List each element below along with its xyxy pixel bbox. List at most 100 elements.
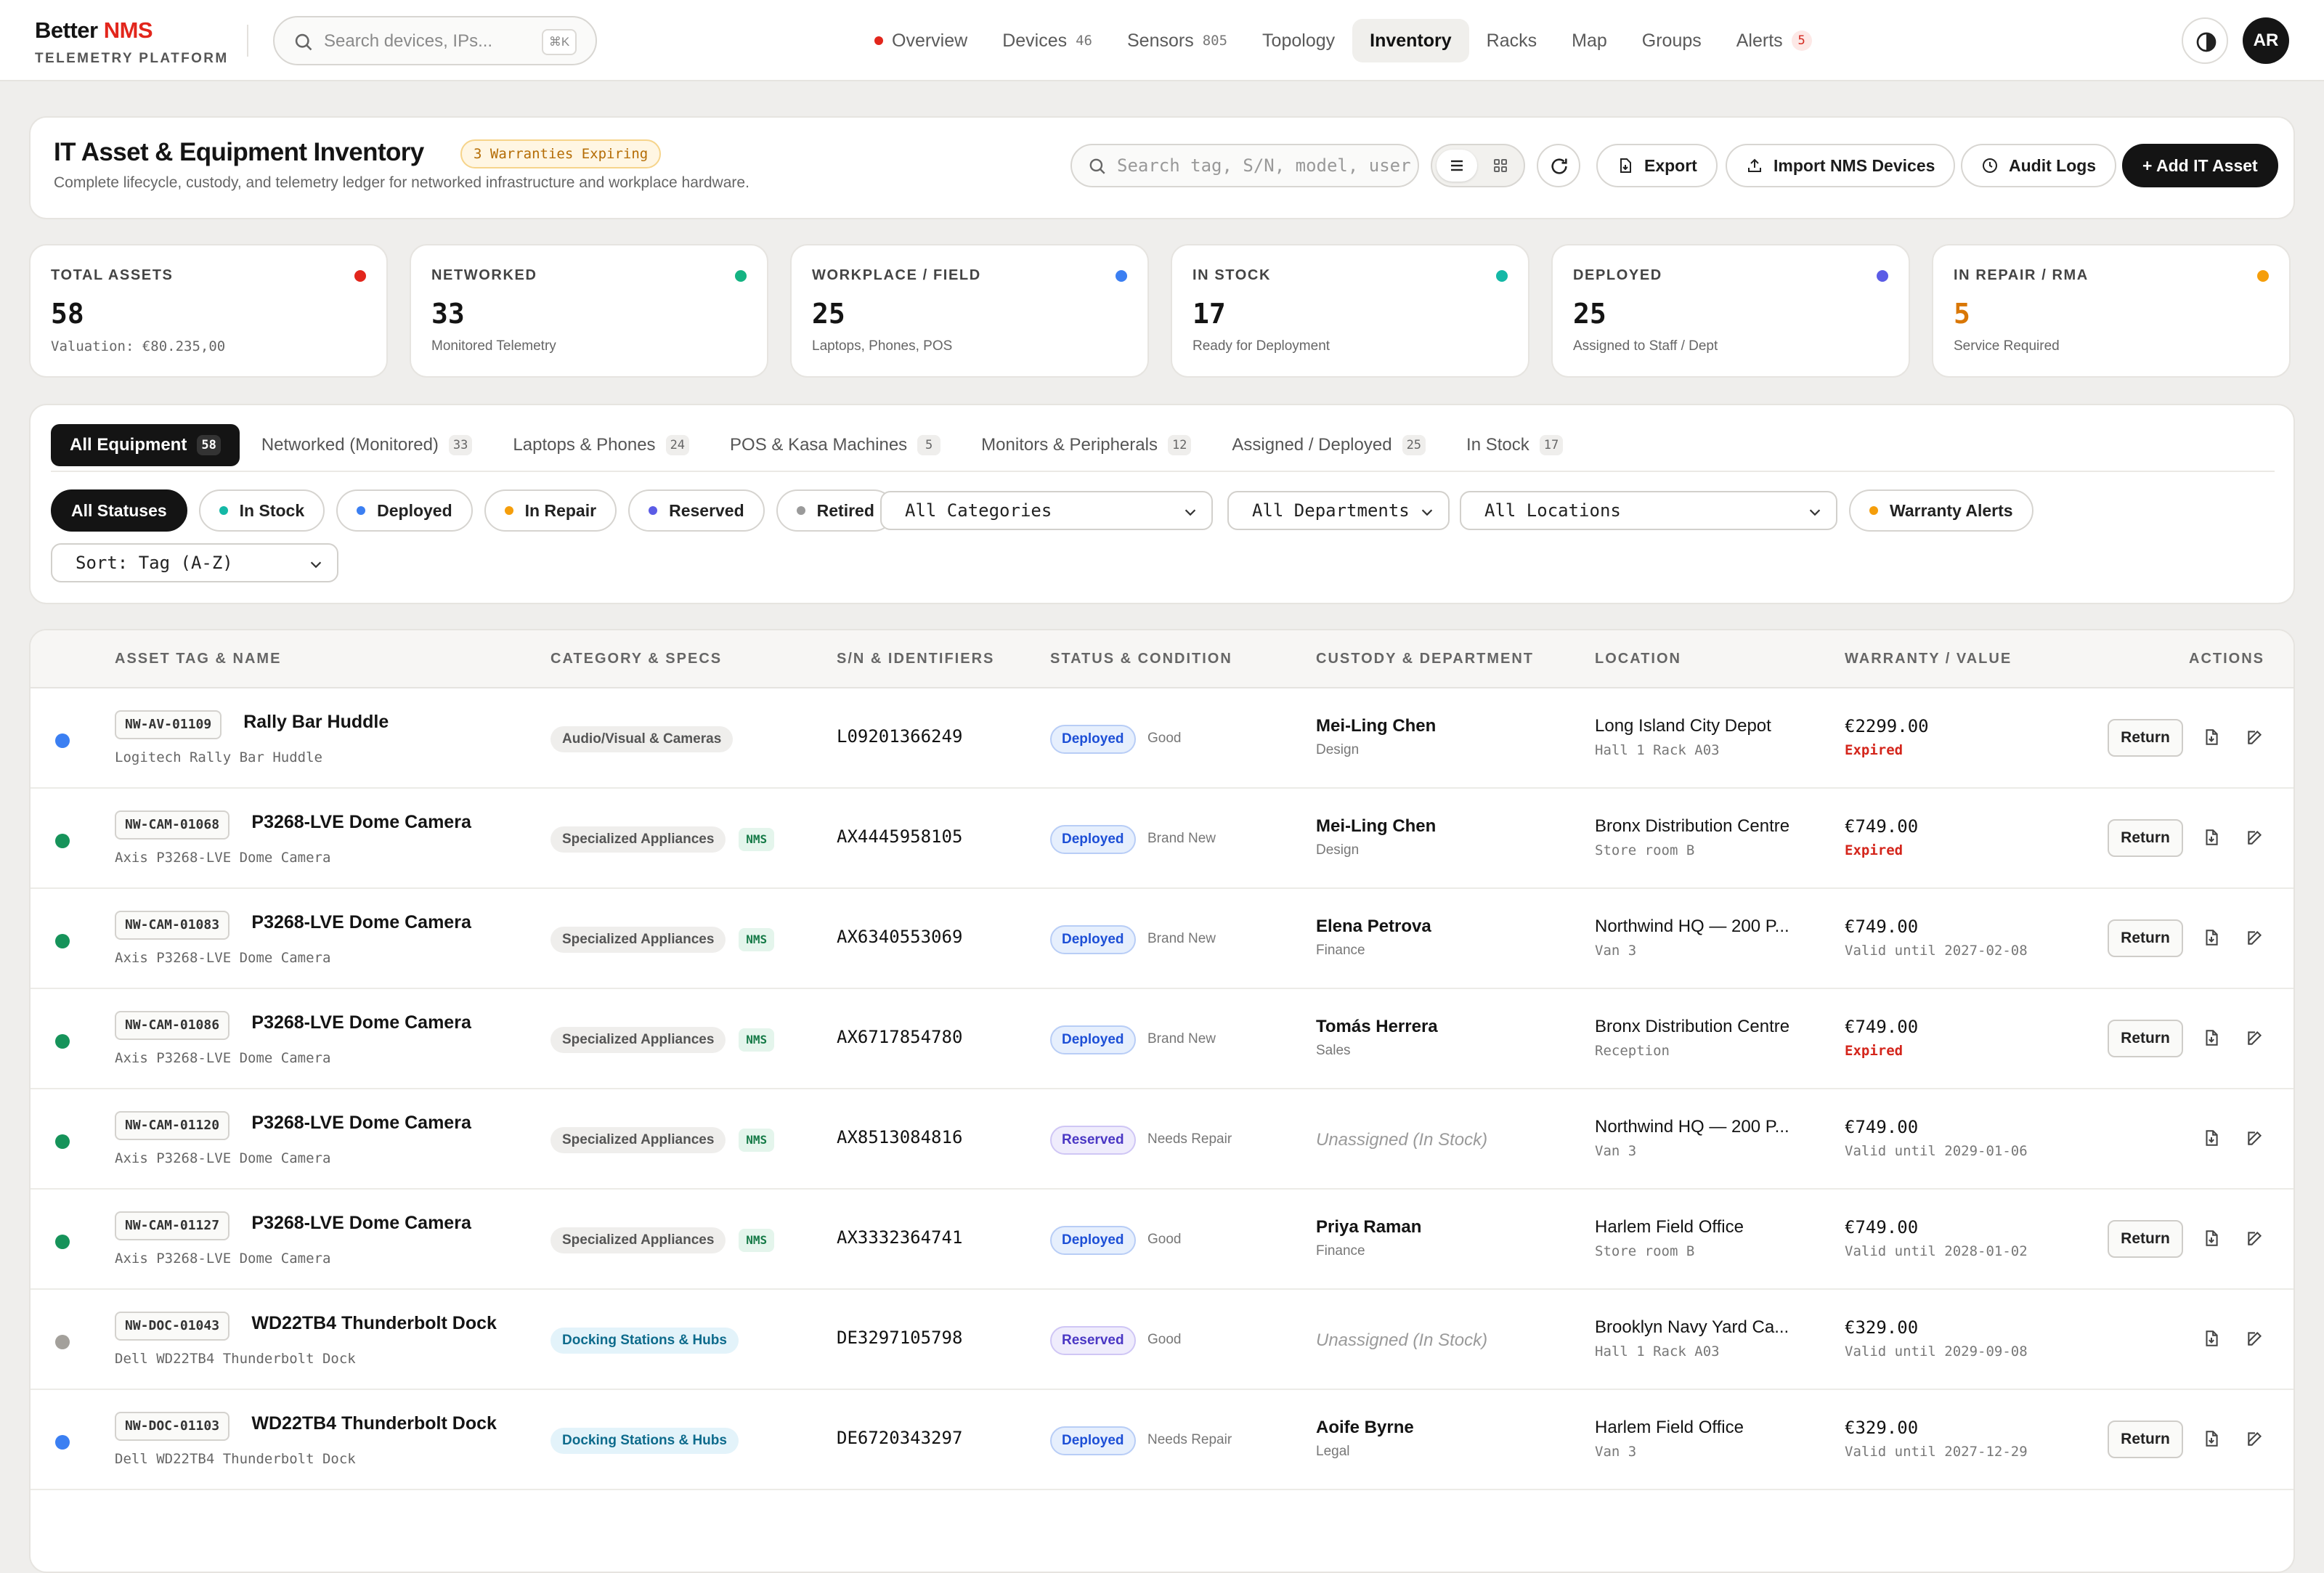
asset-name[interactable]: P3268-LVE Dome Camera <box>251 1213 471 1234</box>
table-row[interactable]: NW-CAM-01086 P3268-LVE Dome Camera Axis P3… <box>31 989 2293 1089</box>
tab-all-equipment[interactable]: All Equipment 58 <box>51 424 240 466</box>
edit-icon[interactable] <box>2246 1429 2264 1452</box>
asset-name[interactable]: Rally Bar Huddle <box>243 712 389 733</box>
location-select[interactable]: All Locations <box>1460 491 1837 530</box>
custodian-name[interactable]: Elena Petrova <box>1316 916 1431 937</box>
column-header[interactable]: CATEGORY & SPECS <box>550 651 722 667</box>
asset-name[interactable]: P3268-LVE Dome Camera <box>251 1012 471 1033</box>
chip-deployed[interactable]: Deployed <box>336 489 473 532</box>
return-button[interactable]: Return <box>2108 819 2183 857</box>
chip-in-repair[interactable]: In Repair <box>484 489 617 532</box>
document-icon[interactable] <box>2202 1028 2221 1051</box>
sort-select[interactable]: Sort: Tag (A-Z) <box>51 543 338 582</box>
asset-name[interactable]: P3268-LVE Dome Camera <box>251 1113 471 1134</box>
asset-tag[interactable]: NW-CAM-01083 <box>115 911 230 940</box>
list-view-button[interactable] <box>1437 150 1477 182</box>
asset-name[interactable]: P3268-LVE Dome Camera <box>251 812 471 833</box>
theme-toggle-button[interactable] <box>2182 17 2228 64</box>
nav-map[interactable]: Map <box>1554 19 1625 62</box>
edit-icon[interactable] <box>2246 1229 2264 1251</box>
nav-alerts[interactable]: Alerts 5 <box>1719 19 1829 62</box>
grid-view-button[interactable] <box>1480 150 1521 182</box>
chip-reserved[interactable]: Reserved <box>628 489 765 532</box>
nav-devices[interactable]: Devices 46 <box>985 19 1110 62</box>
document-icon[interactable] <box>2202 1129 2221 1151</box>
return-button[interactable]: Return <box>2108 919 2183 957</box>
add-it-asset-button[interactable]: + Add IT Asset <box>2122 144 2278 187</box>
table-row[interactable]: NW-CAM-01120 P3268-LVE Dome Camera Axis P3… <box>31 1089 2293 1190</box>
return-button[interactable]: Return <box>2108 1420 2183 1458</box>
table-row[interactable]: NW-CAM-01083 P3268-LVE Dome Camera Axis P3… <box>31 889 2293 989</box>
brand[interactable]: Better NMS TELEMETRY PLATFORM <box>35 17 229 67</box>
custodian-name[interactable]: Mei-Ling Chen <box>1316 716 1436 736</box>
nav-groups[interactable]: Groups <box>1625 19 1719 62</box>
table-row[interactable]: NW-AV-01109 Rally Bar Huddle Logitech Rall… <box>31 688 2293 789</box>
column-header[interactable]: LOCATION <box>1595 651 1681 667</box>
asset-name[interactable]: WD22TB4 Thunderbolt Dock <box>251 1413 497 1434</box>
tab-monitors-peripherals[interactable]: Monitors & Peripherals 12 <box>962 424 1210 466</box>
edit-icon[interactable] <box>2246 1329 2264 1352</box>
table-row[interactable]: NW-CAM-01068 P3268-LVE Dome Camera Axis P3… <box>31 789 2293 889</box>
export-button[interactable]: Export <box>1596 144 1718 187</box>
chip-all-statuses[interactable]: All Statuses <box>51 489 187 532</box>
import-nms-devices-button[interactable]: Import NMS Devices <box>1726 144 1956 187</box>
table-row[interactable]: NW-DOC-01043 WD22TB4 Thunderbolt Dock Dell… <box>31 1290 2293 1390</box>
category-select[interactable]: All Categories <box>880 491 1213 530</box>
column-header[interactable]: CUSTODY & DEPARTMENT <box>1316 651 1534 667</box>
tab-assigned-deployed[interactable]: Assigned / Deployed 25 <box>1213 424 1445 466</box>
return-button[interactable]: Return <box>2108 1020 2183 1057</box>
document-icon[interactable] <box>2202 1229 2221 1251</box>
nav-inventory[interactable]: Inventory <box>1352 19 1469 62</box>
chip-retired[interactable]: Retired <box>776 489 895 532</box>
return-button[interactable]: Return <box>2108 1220 2183 1258</box>
tab-in-stock[interactable]: In Stock 17 <box>1447 424 1582 466</box>
edit-icon[interactable] <box>2246 1129 2264 1151</box>
custodian-name[interactable]: Aoife Byrne <box>1316 1418 1414 1438</box>
edit-icon[interactable] <box>2246 728 2264 750</box>
tab-pos-kasa[interactable]: POS & Kasa Machines 5 <box>711 424 959 466</box>
column-header[interactable]: WARRANTY / VALUE <box>1845 651 2012 667</box>
asset-tag[interactable]: NW-DOC-01043 <box>115 1312 230 1341</box>
asset-tag[interactable]: NW-CAM-01068 <box>115 810 230 840</box>
warranty-alerts-chip[interactable]: Warranty Alerts <box>1849 489 2033 532</box>
edit-icon[interactable] <box>2246 828 2264 850</box>
chip-in-stock[interactable]: In Stock <box>198 489 325 532</box>
asset-search-input[interactable]: Search tag, S/N, model, user <box>1070 144 1419 187</box>
column-header[interactable]: ASSET TAG & NAME <box>115 651 281 667</box>
global-search-input[interactable]: Search devices, IPs... ⌘K <box>273 16 597 65</box>
nav-racks[interactable]: Racks <box>1469 19 1554 62</box>
department-select[interactable]: All Departments <box>1227 491 1450 530</box>
custodian-name[interactable]: Tomás Herrera <box>1316 1017 1438 1037</box>
tab-networked[interactable]: Networked (Monitored) 33 <box>243 424 492 466</box>
asset-tag[interactable]: NW-CAM-01120 <box>115 1111 230 1140</box>
nav-overview[interactable]: Overview <box>857 19 985 62</box>
asset-tag[interactable]: NW-DOC-01103 <box>115 1412 230 1441</box>
table-row[interactable]: NW-DOC-01103 WD22TB4 Thunderbolt Dock Dell… <box>31 1390 2293 1490</box>
asset-tag[interactable]: NW-AV-01109 <box>115 710 222 739</box>
table-row[interactable]: NW-CAM-01127 P3268-LVE Dome Camera Axis P3… <box>31 1190 2293 1290</box>
custodian-name[interactable]: Priya Raman <box>1316 1217 1421 1237</box>
document-icon[interactable] <box>2202 1429 2221 1452</box>
edit-icon[interactable] <box>2246 1028 2264 1051</box>
asset-tag[interactable]: NW-CAM-01127 <box>115 1211 230 1240</box>
tab-laptops-phones[interactable]: Laptops & Phones 24 <box>494 424 708 466</box>
document-icon[interactable] <box>2202 728 2221 750</box>
nav-topology[interactable]: Topology <box>1245 19 1352 62</box>
asset-name[interactable]: P3268-LVE Dome Camera <box>251 912 471 933</box>
custodian-name[interactable]: Mei-Ling Chen <box>1316 816 1436 837</box>
column-header[interactable]: STATUS & CONDITION <box>1050 651 1232 667</box>
audit-logs-button[interactable]: Audit Logs <box>1961 144 2117 187</box>
document-icon[interactable] <box>2202 1329 2221 1352</box>
warranty-warning-badge[interactable]: 3 Warranties Expiring <box>460 139 662 168</box>
column-header[interactable]: S/N & IDENTIFIERS <box>837 651 994 667</box>
refresh-button[interactable] <box>1537 144 1580 187</box>
edit-icon[interactable] <box>2246 928 2264 951</box>
asset-name[interactable]: WD22TB4 Thunderbolt Dock <box>251 1313 497 1334</box>
asset-tag[interactable]: NW-CAM-01086 <box>115 1011 230 1040</box>
serial-number: AX3332364741 <box>837 1227 963 1248</box>
user-avatar[interactable]: AR <box>2243 17 2289 64</box>
document-icon[interactable] <box>2202 928 2221 951</box>
nav-sensors[interactable]: Sensors 805 <box>1110 19 1245 62</box>
document-icon[interactable] <box>2202 828 2221 850</box>
return-button[interactable]: Return <box>2108 719 2183 757</box>
